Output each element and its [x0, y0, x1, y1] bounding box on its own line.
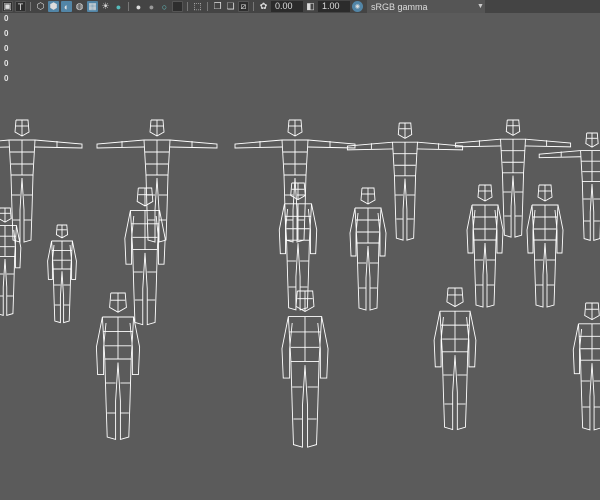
divider	[207, 2, 208, 11]
character-wireframe[interactable]	[281, 290, 329, 448]
ambient-occlusion-icon[interactable]: ●	[133, 1, 144, 12]
divider	[128, 2, 129, 11]
color-space-dropdown[interactable]: sRGB gamma ▼	[367, 0, 485, 13]
viewport-toolbar: ▣ T ⬡ ⬢ ◐ ◍ ▦ ☀ ● ● ● ○ ⬚ ❐ ❏ ⧄ ✿ 0.00 ◧…	[0, 0, 600, 13]
character-wireframe[interactable]	[433, 287, 477, 431]
checker-icon[interactable]: ▦	[87, 1, 98, 12]
exposure-field[interactable]: 0.00	[271, 1, 303, 12]
xray-icon[interactable]: ◍	[74, 1, 85, 12]
text-icon[interactable]: T	[15, 1, 26, 12]
color-management-icon[interactable]: ◉	[352, 1, 363, 12]
image-plane-icon[interactable]: ▣	[2, 1, 13, 12]
character-wireframe[interactable]	[572, 302, 600, 431]
chevron-down-icon: ▼	[477, 3, 484, 10]
resolution-gate-icon[interactable]: ❏	[225, 1, 236, 12]
wireframe-cube-icon[interactable]: ⬡	[35, 1, 46, 12]
character-wireframe[interactable]	[0, 119, 83, 243]
depth-of-field-icon[interactable]	[172, 1, 183, 12]
isolate-icon[interactable]: ❐	[212, 1, 223, 12]
character-wireframe[interactable]	[466, 184, 504, 308]
lights-icon[interactable]: ☀	[100, 1, 111, 12]
character-wireframe[interactable]	[526, 184, 564, 308]
exposure-icon[interactable]: ✿	[258, 1, 269, 12]
shadows-icon[interactable]: ●	[113, 1, 124, 12]
character-wireframe[interactable]	[538, 132, 600, 241]
character-wireframe[interactable]	[47, 224, 77, 324]
color-space-label: sRGB gamma	[371, 1, 428, 12]
gamma-field[interactable]: 1.00	[318, 1, 350, 12]
divider	[187, 2, 188, 11]
character-wireframe[interactable]	[349, 187, 387, 311]
divider	[30, 2, 31, 11]
default-material-icon[interactable]: ◐	[61, 1, 72, 12]
motion-blur-icon[interactable]: ●	[146, 1, 157, 12]
character-wireframe[interactable]	[234, 119, 356, 243]
antialias-icon[interactable]: ○	[159, 1, 170, 12]
divider	[253, 2, 254, 11]
field-chart-icon[interactable]: ⧄	[238, 1, 249, 12]
character-wireframe[interactable]	[346, 122, 464, 241]
select-icon[interactable]: ⬚	[192, 1, 203, 12]
character-wireframe[interactable]	[0, 207, 22, 316]
viewport-3d[interactable]	[0, 13, 600, 500]
character-wireframe[interactable]	[95, 292, 141, 440]
gamma-icon[interactable]: ◧	[305, 1, 316, 12]
smooth-shade-icon[interactable]: ⬢	[48, 1, 59, 12]
